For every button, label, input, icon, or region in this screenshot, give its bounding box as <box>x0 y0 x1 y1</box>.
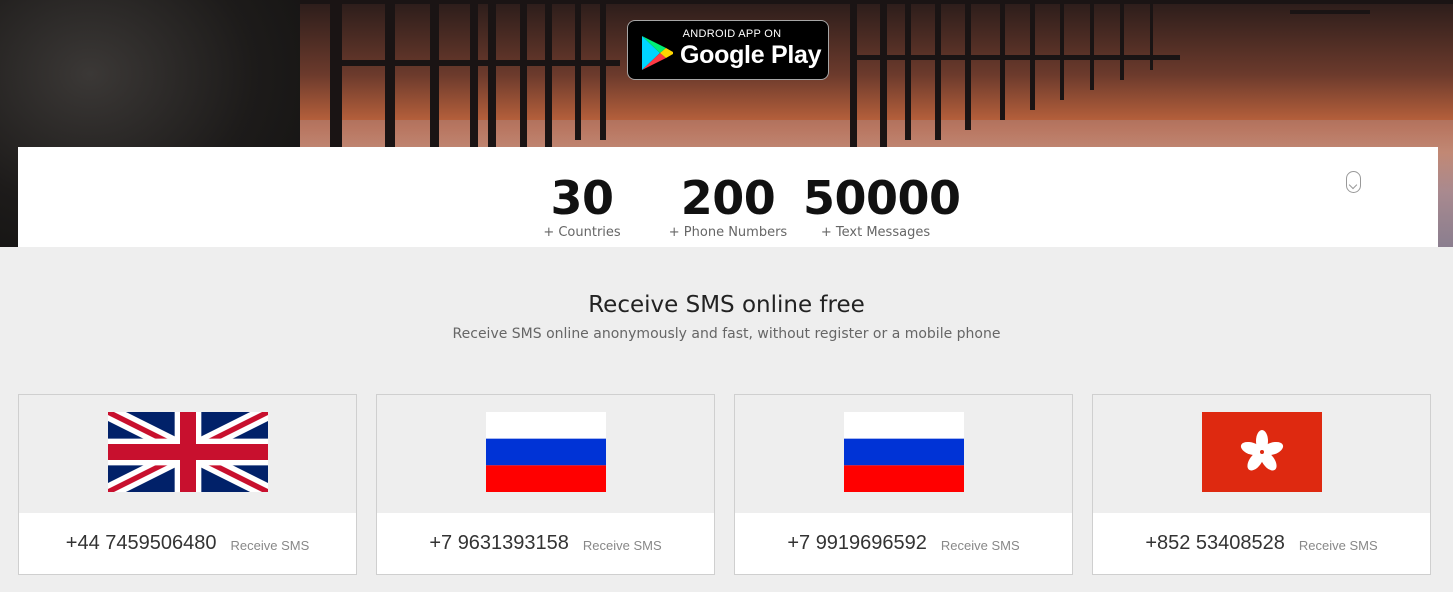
google-play-small-text: ANDROID APP ON <box>682 28 782 40</box>
card-footer: +852 53408528 Receive SMS <box>1093 513 1430 574</box>
phone-number[interactable]: +7 9631393158 <box>429 532 569 555</box>
receive-sms-link[interactable]: Receive SMS <box>230 538 309 553</box>
stats-panel: 30 + Countries 200 + Phone Numbers 50000… <box>18 147 1438 247</box>
google-play-badge[interactable]: ANDROID APP ON Google Play <box>627 20 829 80</box>
russia-flag-icon <box>843 412 964 492</box>
stat-label: + Phone Numbers <box>668 225 788 240</box>
number-card[interactable]: +852 53408528 Receive SMS <box>1092 394 1431 575</box>
stat-label: + Countries <box>543 225 621 240</box>
page-title: Receive SMS online free <box>588 292 865 318</box>
google-play-icon <box>642 36 673 70</box>
receive-sms-link[interactable]: Receive SMS <box>1299 538 1378 553</box>
stat-phone-numbers: 200 + Phone Numbers <box>668 175 788 240</box>
united-kingdom-flag-icon <box>107 412 268 492</box>
card-footer: +44 7459506480 Receive SMS <box>19 513 356 574</box>
receive-sms-link[interactable]: Receive SMS <box>583 538 662 553</box>
stat-label: + Text Messages <box>820 225 931 240</box>
number-card[interactable]: +44 7459506480 Receive SMS <box>18 394 357 575</box>
stat-countries: 30 + Countries <box>537 175 627 240</box>
stat-text-messages: 50000 + Text Messages <box>803 171 961 240</box>
hong-kong-flag-icon <box>1201 412 1322 492</box>
scroll-down-icon[interactable] <box>1346 171 1361 193</box>
number-card[interactable]: +7 9919696592 Receive SMS <box>734 394 1073 575</box>
card-footer: +7 9919696592 Receive SMS <box>735 513 1072 574</box>
stat-number: 50000 <box>803 171 961 225</box>
card-footer: +7 9631393158 Receive SMS <box>377 513 714 574</box>
russia-flag-icon <box>485 412 606 492</box>
page-subtitle: Receive SMS online anonymously and fast,… <box>452 326 1001 342</box>
phone-number[interactable]: +852 53408528 <box>1145 532 1285 555</box>
phone-number[interactable]: +44 7459506480 <box>66 532 217 555</box>
number-card[interactable]: +7 9631393158 Receive SMS <box>376 394 715 575</box>
receive-sms-link[interactable]: Receive SMS <box>941 538 1020 553</box>
stat-number: 30 <box>550 171 614 225</box>
stat-number: 200 <box>680 171 776 225</box>
phone-number[interactable]: +7 9919696592 <box>787 532 927 555</box>
google-play-big-text: Google Play <box>680 41 822 69</box>
